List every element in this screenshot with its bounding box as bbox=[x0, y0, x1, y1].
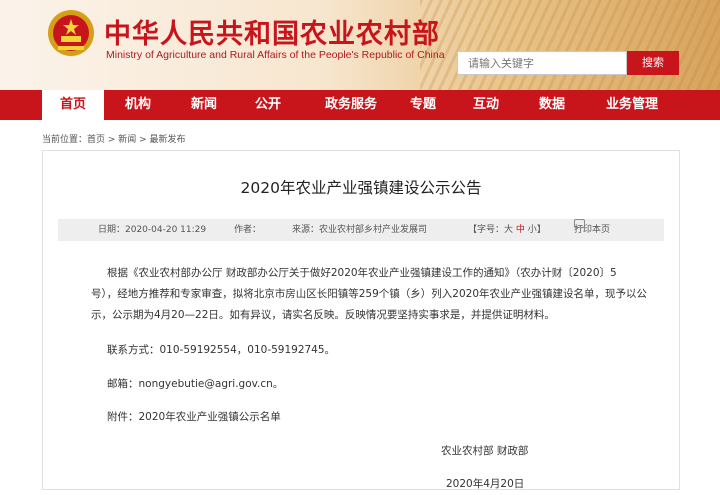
nav-item-institutions[interactable]: 机构 bbox=[110, 90, 166, 120]
site-subtitle: Ministry of Agriculture and Rural Affair… bbox=[106, 49, 445, 61]
article-source: 来源：农业农村部乡村产业发展司 bbox=[292, 225, 428, 235]
font-size-close: 】 bbox=[536, 225, 546, 235]
font-size-control: 【字号：大 中 小】 bbox=[468, 219, 546, 241]
article-date: 日期：2020-04-20 11:29 bbox=[98, 225, 207, 235]
nav-item-gov-services[interactable]: 政务服务 bbox=[315, 90, 387, 120]
font-size-label: 【字号： bbox=[468, 225, 505, 235]
printer-icon bbox=[574, 219, 585, 228]
header-banner: 中华人民共和国农业农村部 Ministry of Agriculture and… bbox=[0, 0, 720, 90]
search-button[interactable]: 搜索 bbox=[627, 51, 679, 75]
font-size-large[interactable]: 大 bbox=[504, 225, 513, 235]
nav-item-public[interactable]: 公开 bbox=[242, 90, 294, 120]
attachment-link[interactable]: 附件：2020年农业产业强镇公示名单 bbox=[107, 407, 281, 428]
nav-item-news[interactable]: 新闻 bbox=[176, 90, 232, 120]
article-panel: 2020年农业产业强镇建设公示公告 日期：2020-04-20 11:29 作者… bbox=[42, 150, 680, 490]
signature-date: 2020年4月20日 bbox=[446, 478, 525, 490]
article-title: 2020年农业产业强镇建设公示公告 bbox=[240, 179, 482, 197]
nav-item-home[interactable]: 首页 bbox=[42, 90, 104, 120]
main-nav: 首页 机构 新闻 公开 政务服务 专题 互动 数据 业务管理 bbox=[0, 90, 720, 120]
contact-info: 联系方式：010-59192554，010-59192745。 bbox=[107, 344, 336, 356]
nav-item-business[interactable]: 业务管理 bbox=[595, 90, 669, 120]
email-info: 邮箱：nongyebutie@agri.gov.cn。 bbox=[107, 378, 284, 390]
nav-item-interaction[interactable]: 互动 bbox=[461, 90, 511, 120]
site-title: 中华人民共和国农业农村部 bbox=[104, 19, 440, 50]
print-button[interactable]: 打印本页 bbox=[574, 219, 610, 241]
font-size-medium[interactable]: 中 bbox=[516, 225, 525, 235]
paragraph-line: 根据《农业农村部办公厅 财政部办公厅关于做好2020年农业产业强镇建设工作的通知… bbox=[107, 267, 617, 279]
paragraph-line: 号），经地方推荐和专家审查，拟将北京市房山区长阳镇等259个镇（乡）列入2020… bbox=[91, 288, 648, 300]
article-author: 作者： bbox=[234, 225, 262, 235]
national-emblem-icon[interactable] bbox=[46, 8, 96, 58]
paragraph-line: 示，公示期为4月20—22日。如有异议，请实名反映。反映情况要坚持实事求是，并提… bbox=[91, 309, 555, 321]
breadcrumb[interactable]: 当前位置：首页 > 新闻 > 最新发布 bbox=[42, 132, 186, 145]
signature: 农业农村部 财政部 bbox=[441, 445, 529, 457]
article-info-bar: 日期：2020-04-20 11:29 作者： 来源：农业农村部乡村产业发展司 … bbox=[58, 219, 664, 241]
font-size-small[interactable]: 小 bbox=[528, 225, 537, 235]
search-input[interactable] bbox=[457, 51, 627, 75]
wheat-background bbox=[420, 0, 720, 90]
nav-item-data[interactable]: 数据 bbox=[527, 90, 577, 120]
nav-item-topics[interactable]: 专题 bbox=[398, 90, 448, 120]
